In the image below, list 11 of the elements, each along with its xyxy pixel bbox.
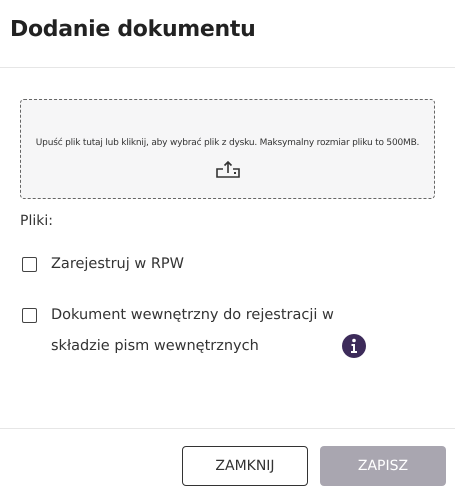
dialog-title: Dodanie dokumentu xyxy=(9,16,256,44)
checkbox[interactable] xyxy=(22,308,37,323)
checkbox[interactable] xyxy=(22,257,37,272)
dropzone-text: Upuść plik tutaj lub kliknij, aby wybrać plik z dysku. Maksymalny rozmiar pliku to 500MB. xyxy=(36,138,420,148)
upload-icon xyxy=(214,160,242,178)
file-dropzone[interactable]: Upuść plik tutaj lub kliknij, aby wybrać plik z dysku. Maksymalny rozmiar pliku to 500MB. xyxy=(20,99,435,199)
info-icon[interactable] xyxy=(342,334,366,358)
close-button[interactable]: ZAMKNIJ xyxy=(182,446,308,486)
checkbox-label: Zarejestruj w RPW xyxy=(51,255,184,274)
checkbox-label: Dokument wewnętrzny do rejestracji w składzie pism wewnętrznych xyxy=(51,306,335,356)
files-label: Pliki: xyxy=(20,213,54,229)
